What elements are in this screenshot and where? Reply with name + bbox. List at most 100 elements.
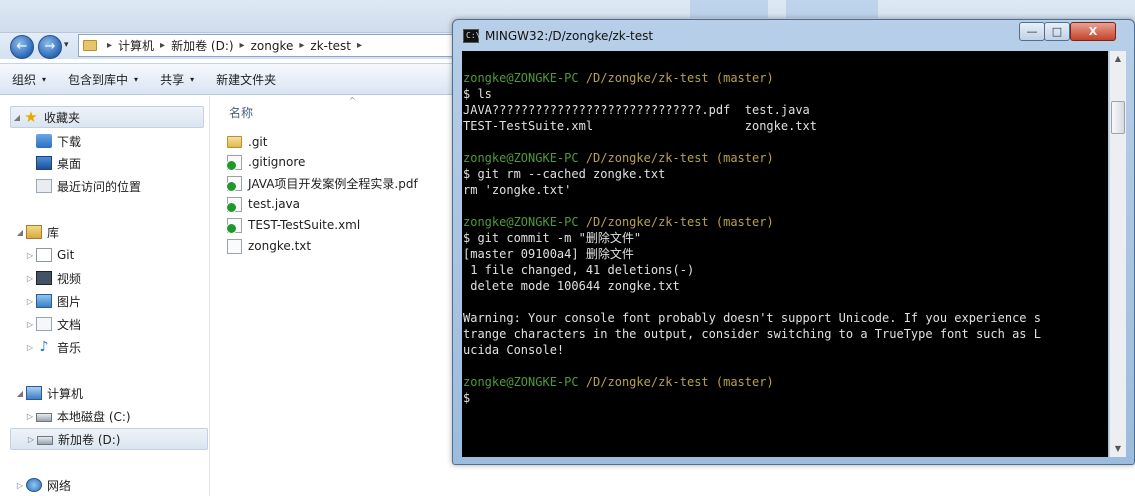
expand-icon[interactable]: ▷	[25, 435, 37, 444]
nav-item-music[interactable]: ▷ ♪ 音乐	[24, 336, 81, 358]
terminal-output-line: $ git rm --cached zongke.txt	[463, 167, 666, 181]
library-icon	[26, 225, 42, 239]
vertical-scrollbar[interactable]: ▲ ▼	[1109, 51, 1126, 457]
expand-icon[interactable]: ▷	[24, 320, 36, 329]
chevron-right-icon[interactable]: ▸	[299, 40, 304, 51]
expand-icon[interactable]: ▷	[24, 412, 36, 421]
prompt-path: /D/zongke/zk-test (master)	[585, 151, 774, 165]
prompt-user: zongke@ZONGKE-PC	[463, 151, 579, 165]
terminal-output-line: Warning: Your console font probably does…	[463, 311, 1041, 325]
column-header-name[interactable]: 名称	[229, 104, 253, 121]
chevron-right-icon[interactable]: ▸	[357, 40, 362, 51]
forward-arrow-icon[interactable]: →	[38, 35, 62, 59]
expand-icon[interactable]: ▷	[24, 297, 36, 306]
address-bar[interactable]: ▸ 计算机 ▸ 新加卷 (D:) ▸ zongke ▸ zk-test ▸	[78, 34, 458, 57]
close-button[interactable]: X	[1070, 22, 1116, 41]
scroll-down-icon[interactable]: ▼	[1110, 441, 1126, 457]
terminal-output-line: $ ls	[463, 87, 492, 101]
expand-icon[interactable]: ▷	[14, 481, 26, 490]
terminal-title: MINGW32:/D/zongke/zk-test	[485, 29, 654, 43]
expand-icon[interactable]: ▷	[24, 251, 36, 260]
file-name: zongke.txt	[248, 239, 312, 253]
terminal-window[interactable]: C:\ MINGW32:/D/zongke/zk-test — □ X zong…	[452, 19, 1135, 465]
nav-item-downloads[interactable]: 下载	[36, 130, 81, 152]
breadcrumb-drive-d[interactable]: 新加卷 (D:)	[171, 37, 233, 54]
terminal-lines: zongke@ZONGKE-PC /D/zongke/zk-test (mast…	[462, 70, 1108, 406]
download-folder-icon	[36, 134, 52, 148]
terminal-output-line: JAVA?????????????????????????????.pdf te…	[463, 103, 810, 117]
nav-item-local-disk-c[interactable]: ▷ 本地磁盘 (C:)	[24, 405, 131, 427]
include-in-library-label: 包含到库中	[68, 72, 129, 87]
terminal-output-line: 1 file changed, 41 deletions(-)	[463, 263, 695, 277]
file-item[interactable]: JAVA项目开发案例全程实录.pdf	[226, 173, 418, 193]
file-item[interactable]: zongke.txt	[227, 236, 311, 256]
expand-icon[interactable]: ▷	[24, 343, 36, 352]
nav-item-new-volume-d[interactable]: ▷ 新加卷 (D:)	[10, 428, 208, 450]
command-bar: 组织 ▾ 包含到库中 ▾ 共享 ▾ 新建文件夹	[0, 63, 460, 95]
chevron-down-icon: ▾	[190, 74, 195, 84]
nav-item-pictures[interactable]: ▷ 图片	[24, 290, 81, 312]
nav-label: 桌面	[57, 156, 82, 171]
breadcrumb-computer[interactable]: 计算机	[118, 37, 154, 54]
scroll-up-icon[interactable]: ▲	[1110, 51, 1126, 67]
include-in-library-button[interactable]: 包含到库中 ▾	[68, 71, 138, 88]
nav-item-recent-places[interactable]: 最近访问的位置	[36, 175, 141, 197]
share-button[interactable]: 共享 ▾	[160, 71, 194, 88]
new-folder-button[interactable]: 新建文件夹	[216, 71, 276, 88]
file-item[interactable]: .gitignore	[226, 152, 305, 172]
maximize-button[interactable]: □	[1044, 22, 1070, 41]
hard-disk-icon	[37, 436, 53, 445]
chevron-right-icon[interactable]: ▸	[160, 40, 165, 51]
organize-button[interactable]: 组织 ▾	[12, 71, 46, 88]
scrollbar-thumb[interactable]	[1111, 101, 1125, 134]
breadcrumb-zk-test[interactable]: zk-test	[310, 39, 351, 53]
terminal-output[interactable]: zongke@ZONGKE-PC /D/zongke/zk-test (mast…	[462, 51, 1108, 457]
background-window-ghost	[786, 0, 878, 18]
nav-label: 网络	[47, 478, 72, 493]
recent-pages-dropdown-icon[interactable]: ▾	[64, 40, 69, 50]
sort-ascending-icon: ^	[349, 96, 356, 105]
chevron-right-icon[interactable]: ▸	[107, 40, 112, 51]
nav-item-computer[interactable]: ◢ 计算机	[14, 382, 83, 404]
back-arrow-icon[interactable]: ←	[10, 35, 34, 59]
music-icon: ♪	[39, 339, 49, 355]
breadcrumb-zongke[interactable]: zongke	[251, 39, 294, 53]
nav-item-favorites[interactable]: ◢ ★ 收藏夹	[10, 106, 204, 128]
file-list-pane: ^ 名称 .git .gitignore JAVA项目开发案例全程实录.pdf …	[211, 96, 461, 496]
chevron-right-icon[interactable]: ▸	[240, 40, 245, 51]
share-label: 共享	[160, 72, 185, 87]
file-item[interactable]: .git	[227, 132, 267, 152]
prompt-path: /D/zongke/zk-test (master)	[585, 375, 774, 389]
prompt-user: zongke@ZONGKE-PC	[463, 71, 579, 85]
minimize-button[interactable]: —	[1019, 22, 1045, 41]
nav-label: 下载	[57, 134, 82, 149]
nav-item-documents[interactable]: ▷ 文档	[24, 313, 81, 335]
nav-label: 库	[47, 225, 60, 240]
chevron-down-icon: ▾	[42, 74, 47, 84]
terminal-app-icon[interactable]: C:\	[463, 29, 480, 43]
navigation-pane: ◢ ★ 收藏夹 下载 桌面 最近访问的位置 ◢ 库 ▷ Git ▷ 视频 ▷ 图…	[0, 96, 210, 496]
terminal-output-line: trange characters in the output, conside…	[463, 327, 1041, 341]
file-item[interactable]: test.java	[226, 194, 301, 214]
nav-item-libraries[interactable]: ◢ 库	[14, 221, 59, 243]
prompt-user: zongke@ZONGKE-PC	[463, 375, 579, 389]
nav-item-network[interactable]: ▷ 网络	[14, 474, 71, 496]
file-name: test.java	[248, 197, 301, 211]
computer-icon	[26, 386, 42, 400]
star-icon: ★	[24, 108, 38, 126]
collapse-icon[interactable]: ◢	[14, 228, 26, 237]
terminal-output-line: $	[463, 391, 471, 405]
file-item[interactable]: TEST-TestSuite.xml	[226, 215, 360, 235]
document-icon	[36, 317, 52, 331]
expand-icon[interactable]: ▷	[24, 274, 36, 283]
terminal-prompt-line: zongke@ZONGKE-PC /D/zongke/zk-test (mast…	[462, 374, 1108, 390]
nav-item-videos[interactable]: ▷ 视频	[24, 267, 81, 289]
recent-places-icon	[36, 179, 52, 193]
collapse-icon[interactable]: ◢	[11, 113, 23, 122]
nav-item-desktop[interactable]: 桌面	[36, 152, 81, 174]
nav-item-git[interactable]: ▷ Git	[24, 244, 74, 266]
collapse-icon[interactable]: ◢	[14, 389, 26, 398]
nav-label: Git	[57, 248, 75, 262]
background-window-ghost	[690, 0, 768, 18]
